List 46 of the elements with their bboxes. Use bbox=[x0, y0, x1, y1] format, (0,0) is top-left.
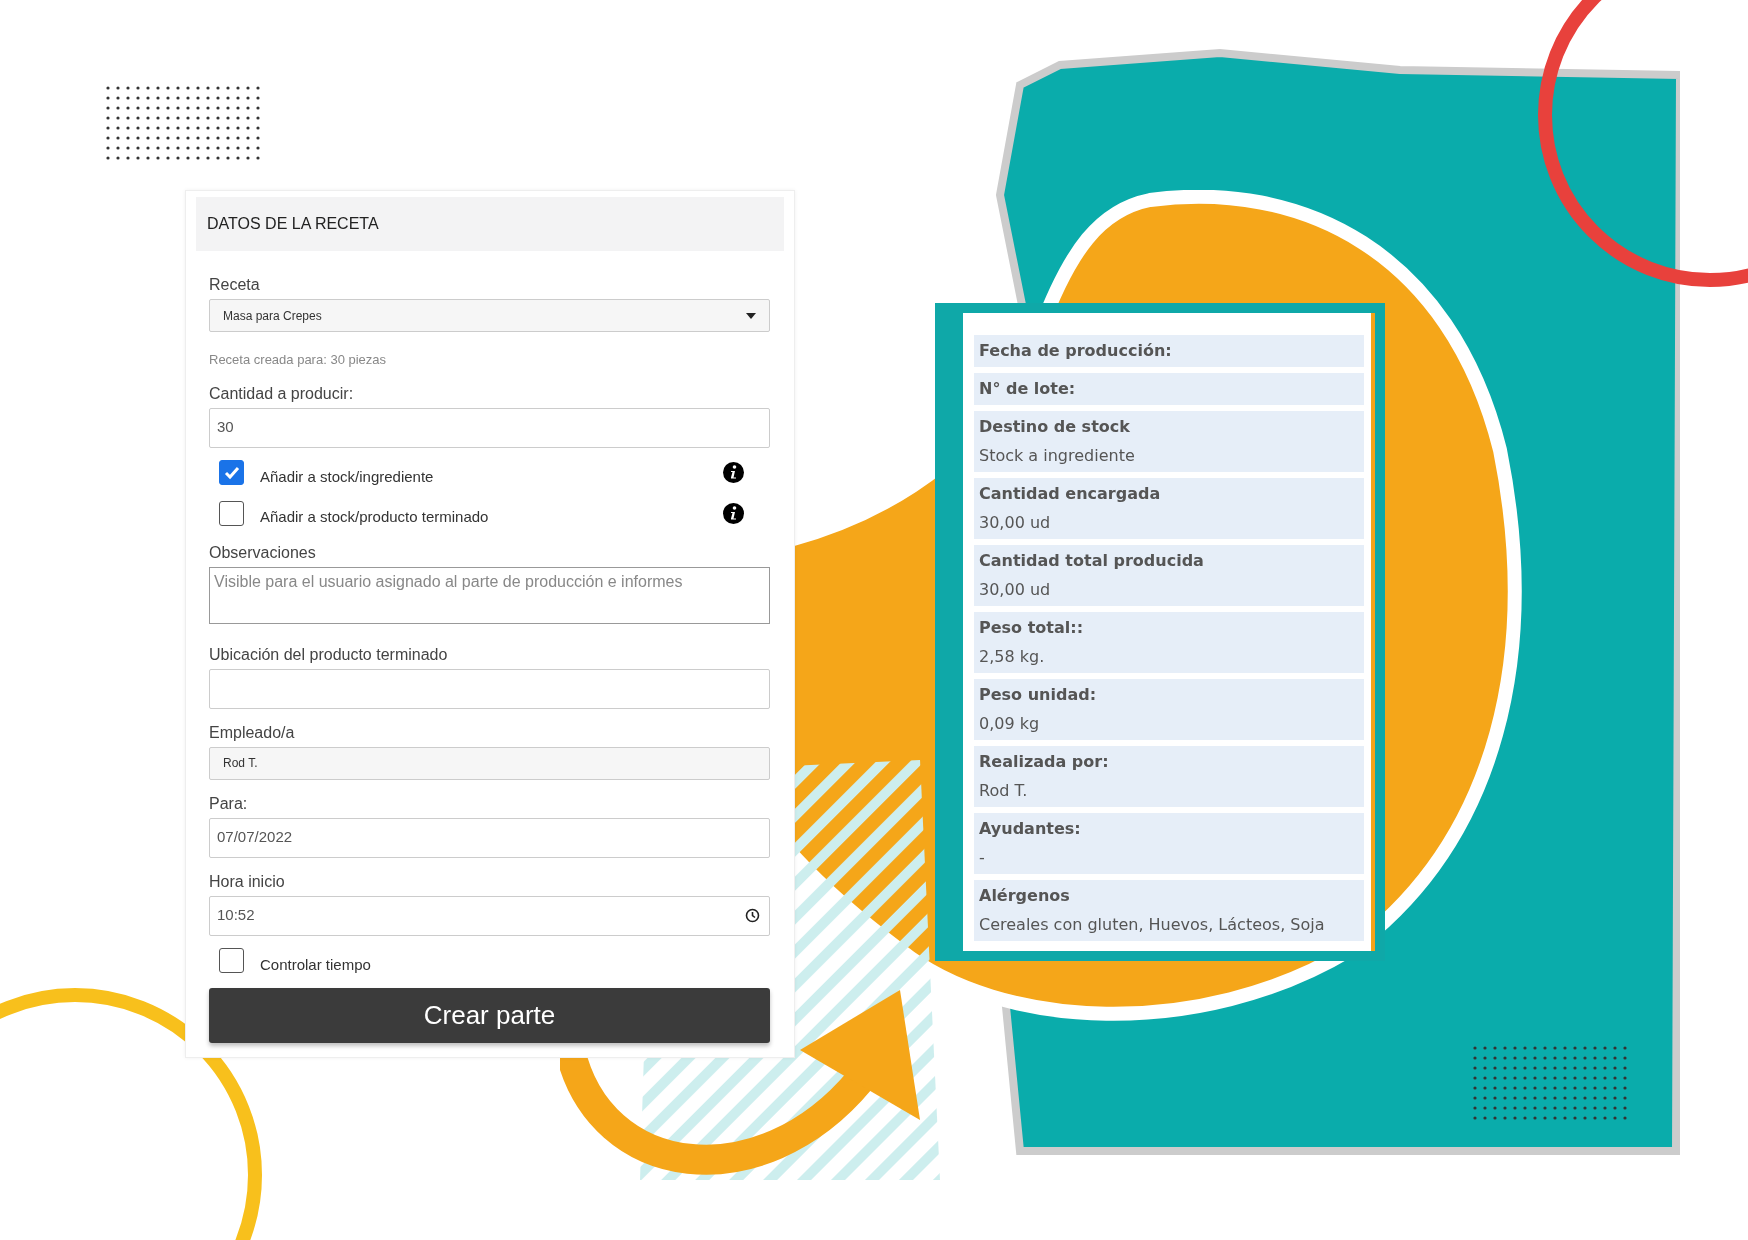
summary-label: Alérgenos bbox=[979, 885, 1071, 907]
caret-icon bbox=[746, 312, 756, 319]
info-icon[interactable] bbox=[723, 462, 744, 484]
field-label: Para: bbox=[209, 793, 249, 814]
summary-label: Cantidad total producida bbox=[979, 550, 1205, 572]
summary-label: Cantidad encargada bbox=[979, 483, 1162, 505]
summary-label: Destino de stock bbox=[979, 416, 1131, 438]
field-label: Hora inicio bbox=[209, 871, 286, 892]
recipe-note: Receta creada para: 30 piezas bbox=[209, 351, 388, 369]
clock-icon bbox=[745, 908, 760, 923]
summary-value: 0,09 kg bbox=[979, 713, 1041, 735]
summary-label: Ayudantes: bbox=[979, 818, 1082, 840]
select-field[interactable]: Masa para Crepes bbox=[209, 299, 770, 332]
summary-label: Peso unidad: bbox=[979, 684, 1098, 706]
checkbox[interactable] bbox=[219, 948, 244, 974]
summary-label: Fecha de producción: bbox=[979, 340, 1173, 362]
checkbox[interactable] bbox=[219, 500, 244, 526]
checkmark-icon bbox=[223, 465, 240, 480]
summary-value: Rod T. bbox=[979, 780, 1029, 802]
summary-value: 2,58 kg. bbox=[979, 646, 1046, 668]
input-field[interactable]: 30 bbox=[209, 407, 770, 448]
summary-value: 30,00 ud bbox=[979, 579, 1052, 601]
input-field[interactable]: Rod T. bbox=[209, 746, 770, 780]
form-title: DATOS DE LA RECETA bbox=[196, 197, 784, 251]
checkbox[interactable] bbox=[219, 460, 244, 486]
summary-value: - bbox=[979, 847, 986, 869]
field-label: Empleado/a bbox=[209, 722, 296, 743]
info-icon[interactable] bbox=[723, 502, 744, 524]
summary-label: Realizada por: bbox=[979, 751, 1110, 773]
checkbox-label: Añadir a stock/ingrediente bbox=[260, 466, 435, 487]
checkbox-label: Añadir a stock/producto terminado bbox=[260, 507, 490, 527]
checkbox-label: Controlar tiempo bbox=[260, 954, 372, 975]
input-field[interactable]: 07/07/2022 bbox=[209, 817, 770, 858]
summary-label: N° de lote: bbox=[979, 378, 1077, 400]
field-label: Ubicación del producto terminado bbox=[209, 644, 449, 665]
summary-label: Peso total:: bbox=[979, 617, 1085, 639]
field-label: Cantidad a producir: bbox=[209, 383, 355, 404]
textarea-field[interactable]: Visible para el usuario asignado al parte de producción e informes bbox=[209, 566, 770, 624]
summary-value: Cereales con gluten, Huevos, Lácteos, Soja bbox=[979, 914, 1326, 936]
create-button[interactable]: Crear parte bbox=[209, 988, 770, 1043]
summary-value: Stock a ingrediente bbox=[979, 445, 1136, 467]
time-field[interactable]: 10:52 bbox=[209, 895, 770, 936]
input-field[interactable] bbox=[209, 668, 770, 709]
summary-value: 30,00 ud bbox=[979, 512, 1052, 534]
field-label: Receta bbox=[209, 275, 261, 295]
field-label: Observaciones bbox=[209, 542, 317, 563]
